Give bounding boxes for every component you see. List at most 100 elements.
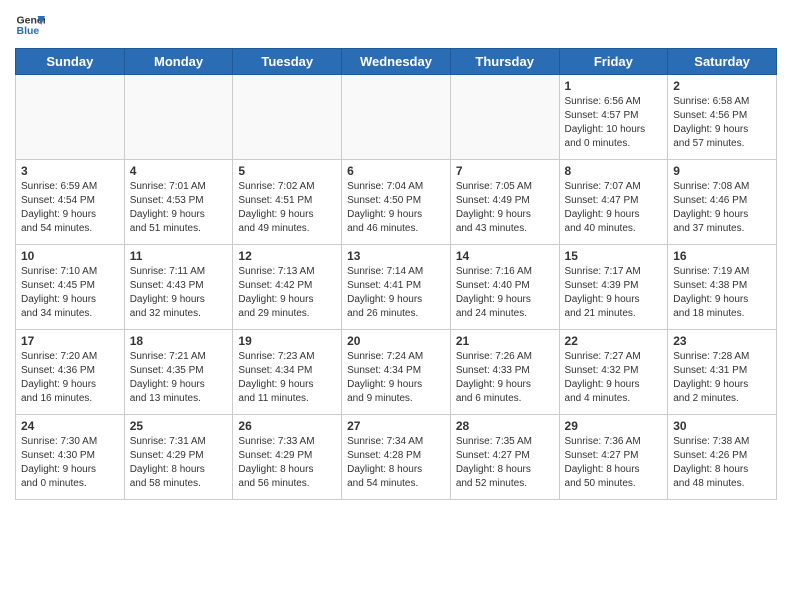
day-number: 8 xyxy=(565,164,663,178)
calendar-cell: 14Sunrise: 7:16 AM Sunset: 4:40 PM Dayli… xyxy=(450,245,559,330)
calendar-cell: 30 Sunrise: 7:38 AM Sunset: 4:26 PM Dayli… xyxy=(668,415,777,500)
day-number: 20 xyxy=(347,334,445,348)
calendar-cell: 29 Sunrise: 7:36 AM Sunset: 4:27 PM Dayli… xyxy=(559,415,668,500)
day-number: 11 xyxy=(130,249,228,263)
calendar-cell: 3 Sunrise: 6:59 AM Sunset: 4:54 PM Daylig… xyxy=(16,160,125,245)
day-info: Sunrise: 7:33 AM Sunset: 4:29 PM Dayligh… xyxy=(238,435,336,491)
weekday-header-saturday: Saturday xyxy=(668,49,777,75)
day-info: Sunrise: 7:08 AM Sunset: 4:46 PM Dayligh… xyxy=(673,180,771,236)
svg-text:Blue: Blue xyxy=(17,25,40,37)
day-number: 6 xyxy=(347,164,445,178)
day-info: Sunrise: 7:17 AM Sunset: 4:39 PM Dayligh… xyxy=(565,265,663,321)
weekday-header-friday: Friday xyxy=(559,49,668,75)
day-number: 13 xyxy=(347,249,445,263)
calendar-cell: 4 Sunrise: 7:01 AM Sunset: 4:53 PM Daylig… xyxy=(124,160,233,245)
day-info: Sunrise: 7:01 AM Sunset: 4:53 PM Dayligh… xyxy=(130,180,228,236)
day-number: 4 xyxy=(130,164,228,178)
calendar-cell: 16Sunrise: 7:19 AM Sunset: 4:38 PM Dayli… xyxy=(668,245,777,330)
day-info: Sunrise: 7:05 AM Sunset: 4:49 PM Dayligh… xyxy=(456,180,554,236)
day-info: Sunrise: 7:34 AM Sunset: 4:28 PM Dayligh… xyxy=(347,435,445,491)
day-info: Sunrise: 6:58 AM Sunset: 4:56 PM Dayligh… xyxy=(673,95,771,151)
day-info: Sunrise: 7:21 AM Sunset: 4:35 PM Dayligh… xyxy=(130,350,228,406)
day-info: Sunrise: 6:56 AM Sunset: 4:57 PM Dayligh… xyxy=(565,95,663,151)
week-row-4: 17 Sunrise: 7:20 AM Sunset: 4:36 PM Dayli… xyxy=(16,330,777,415)
day-info: Sunrise: 7:07 AM Sunset: 4:47 PM Dayligh… xyxy=(565,180,663,236)
calendar-cell: 10 Sunrise: 7:10 AM Sunset: 4:45 PM Dayli… xyxy=(16,245,125,330)
day-number: 10 xyxy=(21,249,119,263)
day-info: Sunrise: 7:11 AM Sunset: 4:43 PM Dayligh… xyxy=(130,265,228,321)
calendar-cell: 9 Sunrise: 7:08 AM Sunset: 4:46 PM Daylig… xyxy=(668,160,777,245)
calendar-cell: 20 Sunrise: 7:24 AM Sunset: 4:34 PM Dayli… xyxy=(342,330,451,415)
weekday-header-monday: Monday xyxy=(124,49,233,75)
day-info: Sunrise: 7:02 AM Sunset: 4:51 PM Dayligh… xyxy=(238,180,336,236)
calendar-cell: 11 Sunrise: 7:11 AM Sunset: 4:43 PM Dayli… xyxy=(124,245,233,330)
calendar-cell xyxy=(233,75,342,160)
day-info: Sunrise: 7:36 AM Sunset: 4:27 PM Dayligh… xyxy=(565,435,663,491)
weekday-header-tuesday: Tuesday xyxy=(233,49,342,75)
calendar-cell: 15 Sunrise: 7:17 AM Sunset: 4:39 PM Dayli… xyxy=(559,245,668,330)
week-row-1: 1Sunrise: 6:56 AM Sunset: 4:57 PM Daylig… xyxy=(16,75,777,160)
calendar-cell: 27 Sunrise: 7:34 AM Sunset: 4:28 PM Dayli… xyxy=(342,415,451,500)
logo: General Blue xyxy=(15,10,45,40)
week-row-2: 3 Sunrise: 6:59 AM Sunset: 4:54 PM Daylig… xyxy=(16,160,777,245)
day-number: 2 xyxy=(673,79,771,93)
day-info: Sunrise: 7:04 AM Sunset: 4:50 PM Dayligh… xyxy=(347,180,445,236)
logo-icon: General Blue xyxy=(15,10,45,40)
day-info: Sunrise: 7:24 AM Sunset: 4:34 PM Dayligh… xyxy=(347,350,445,406)
day-number: 15 xyxy=(565,249,663,263)
calendar-cell: 18 Sunrise: 7:21 AM Sunset: 4:35 PM Dayli… xyxy=(124,330,233,415)
calendar-cell: 1Sunrise: 6:56 AM Sunset: 4:57 PM Daylig… xyxy=(559,75,668,160)
calendar-table: SundayMondayTuesdayWednesdayThursdayFrid… xyxy=(15,48,777,500)
day-number: 24 xyxy=(21,419,119,433)
page-header: General Blue xyxy=(15,10,777,40)
day-info: Sunrise: 6:59 AM Sunset: 4:54 PM Dayligh… xyxy=(21,180,119,236)
day-number: 7 xyxy=(456,164,554,178)
day-number: 30 xyxy=(673,419,771,433)
day-number: 23 xyxy=(673,334,771,348)
calendar-cell: 13 Sunrise: 7:14 AM Sunset: 4:41 PM Dayli… xyxy=(342,245,451,330)
weekday-header-sunday: Sunday xyxy=(16,49,125,75)
calendar-cell: 28 Sunrise: 7:35 AM Sunset: 4:27 PM Dayli… xyxy=(450,415,559,500)
day-number: 22 xyxy=(565,334,663,348)
week-row-3: 10 Sunrise: 7:10 AM Sunset: 4:45 PM Dayli… xyxy=(16,245,777,330)
day-number: 17 xyxy=(21,334,119,348)
day-number: 3 xyxy=(21,164,119,178)
calendar-cell: 25 Sunrise: 7:31 AM Sunset: 4:29 PM Dayli… xyxy=(124,415,233,500)
calendar-cell: 6 Sunrise: 7:04 AM Sunset: 4:50 PM Daylig… xyxy=(342,160,451,245)
weekday-header-row: SundayMondayTuesdayWednesdayThursdayFrid… xyxy=(16,49,777,75)
day-number: 12 xyxy=(238,249,336,263)
day-number: 19 xyxy=(238,334,336,348)
day-info: Sunrise: 7:31 AM Sunset: 4:29 PM Dayligh… xyxy=(130,435,228,491)
calendar-cell: 24 Sunrise: 7:30 AM Sunset: 4:30 PM Dayli… xyxy=(16,415,125,500)
day-info: Sunrise: 7:13 AM Sunset: 4:42 PM Dayligh… xyxy=(238,265,336,321)
day-info: Sunrise: 7:14 AM Sunset: 4:41 PM Dayligh… xyxy=(347,265,445,321)
day-info: Sunrise: 7:10 AM Sunset: 4:45 PM Dayligh… xyxy=(21,265,119,321)
day-info: Sunrise: 7:16 AM Sunset: 4:40 PM Dayligh… xyxy=(456,265,554,321)
day-number: 21 xyxy=(456,334,554,348)
day-number: 27 xyxy=(347,419,445,433)
calendar-cell xyxy=(450,75,559,160)
day-info: Sunrise: 7:20 AM Sunset: 4:36 PM Dayligh… xyxy=(21,350,119,406)
day-info: Sunrise: 7:38 AM Sunset: 4:26 PM Dayligh… xyxy=(673,435,771,491)
calendar-cell: 2 Sunrise: 6:58 AM Sunset: 4:56 PM Daylig… xyxy=(668,75,777,160)
calendar-cell xyxy=(16,75,125,160)
day-info: Sunrise: 7:35 AM Sunset: 4:27 PM Dayligh… xyxy=(456,435,554,491)
day-number: 25 xyxy=(130,419,228,433)
day-info: Sunrise: 7:19 AM Sunset: 4:38 PM Dayligh… xyxy=(673,265,771,321)
day-number: 9 xyxy=(673,164,771,178)
calendar-cell: 23Sunrise: 7:28 AM Sunset: 4:31 PM Dayli… xyxy=(668,330,777,415)
day-info: Sunrise: 7:27 AM Sunset: 4:32 PM Dayligh… xyxy=(565,350,663,406)
day-number: 18 xyxy=(130,334,228,348)
day-info: Sunrise: 7:26 AM Sunset: 4:33 PM Dayligh… xyxy=(456,350,554,406)
calendar-cell: 22 Sunrise: 7:27 AM Sunset: 4:32 PM Dayli… xyxy=(559,330,668,415)
day-number: 26 xyxy=(238,419,336,433)
calendar-cell: 17 Sunrise: 7:20 AM Sunset: 4:36 PM Dayli… xyxy=(16,330,125,415)
day-number: 28 xyxy=(456,419,554,433)
calendar-cell: 21 Sunrise: 7:26 AM Sunset: 4:33 PM Dayli… xyxy=(450,330,559,415)
day-info: Sunrise: 7:30 AM Sunset: 4:30 PM Dayligh… xyxy=(21,435,119,491)
day-number: 29 xyxy=(565,419,663,433)
day-number: 5 xyxy=(238,164,336,178)
calendar-cell: 8 Sunrise: 7:07 AM Sunset: 4:47 PM Daylig… xyxy=(559,160,668,245)
calendar-cell: 12 Sunrise: 7:13 AM Sunset: 4:42 PM Dayli… xyxy=(233,245,342,330)
day-info: Sunrise: 7:23 AM Sunset: 4:34 PM Dayligh… xyxy=(238,350,336,406)
